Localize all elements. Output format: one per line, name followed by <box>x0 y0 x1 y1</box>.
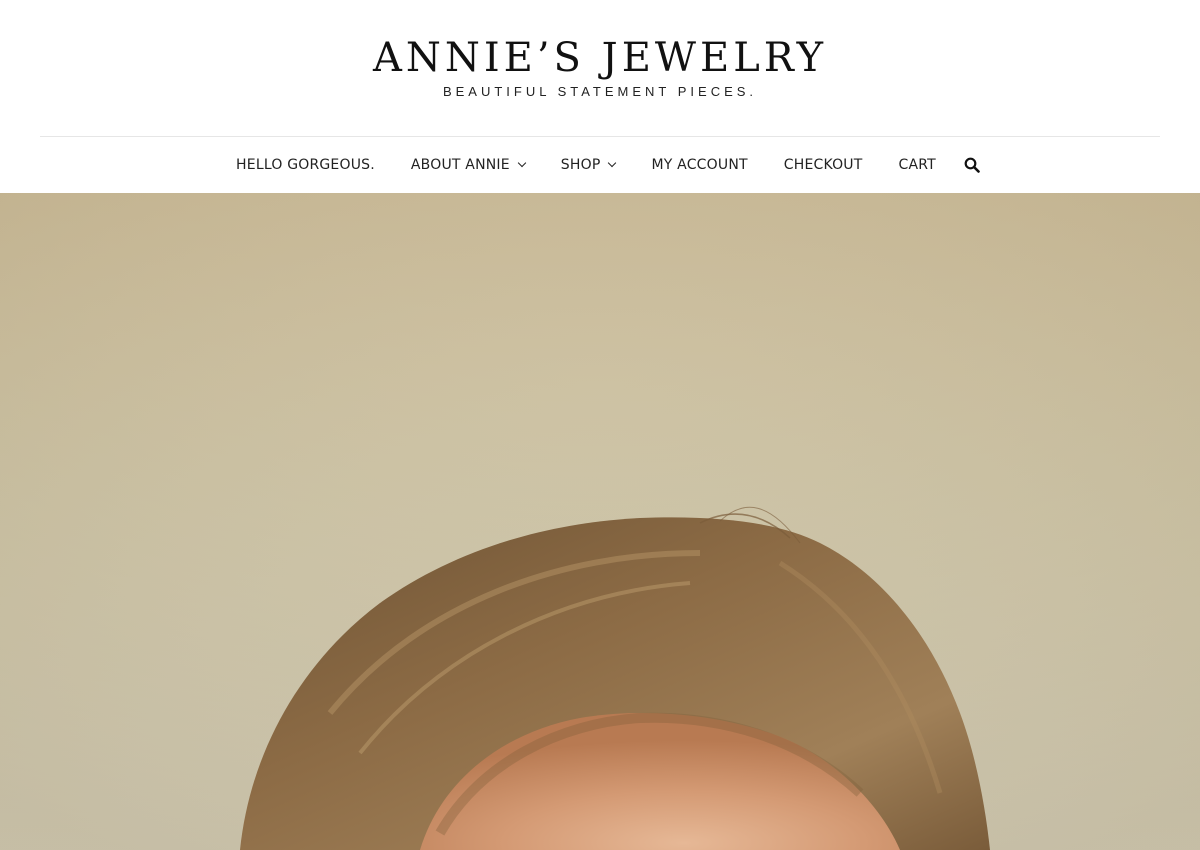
nav-item-label: CHECKOUT <box>783 157 863 173</box>
nav-item-cart[interactable]: CART <box>881 157 954 173</box>
hero-photo <box>0 193 1200 850</box>
main-navigation: HELLO GORGEOUS. ABOUT ANNIE SHOP MY ACCO… <box>0 137 1200 193</box>
nav-item-my-account[interactable]: MY ACCOUNT <box>633 157 765 173</box>
chevron-down-icon <box>517 158 527 168</box>
nav-item-hello-gorgeous[interactable]: HELLO GORGEOUS. <box>218 157 393 173</box>
chevron-down-icon <box>608 158 617 168</box>
site-header: ANNIE’S JEWELRY BEAUTIFUL STATEMENT PIEC… <box>0 0 1200 193</box>
nav-item-label: ABOUT ANNIE <box>410 157 510 173</box>
search-button[interactable] <box>962 155 982 175</box>
site-title[interactable]: ANNIE’S JEWELRY <box>0 30 1200 86</box>
hero-image <box>0 193 1200 850</box>
nav-item-label: MY ACCOUNT <box>651 157 748 173</box>
nav-item-label: HELLO GORGEOUS. <box>236 157 375 173</box>
nav-item-about-annie[interactable]: ABOUT ANNIE <box>393 157 543 173</box>
nav-item-checkout[interactable]: CHECKOUT <box>766 157 881 173</box>
search-icon <box>964 157 980 173</box>
nav-item-label: SHOP <box>560 157 601 173</box>
site-tagline: BEAUTIFUL STATEMENT PIECES. <box>442 84 758 99</box>
nav-item-label: CART <box>898 157 936 173</box>
nav-item-shop[interactable]: SHOP <box>543 157 634 173</box>
